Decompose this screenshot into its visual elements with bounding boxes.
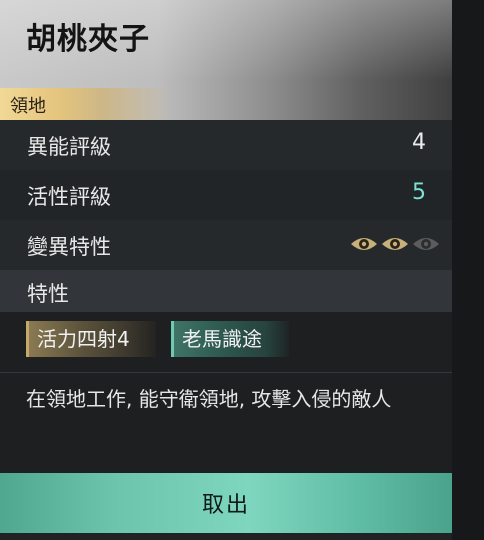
stat-row-activity-rating: 活性評級 5 — [0, 170, 452, 220]
territory-tag-label: 領地 — [10, 96, 46, 117]
item-detail-panel: 胡桃夾子 領地 異能評級 4 活性評級 5 變異特性 特性 活力四射4 老馬識途… — [0, 0, 452, 540]
eye-icon-inactive — [413, 238, 439, 250]
traits-list: 活力四射4 老馬識途 — [0, 312, 452, 372]
take-out-label: 取出 — [201, 493, 250, 518]
trait-chip-teal[interactable]: 老馬識途 — [171, 321, 289, 357]
stat-row-mutation-trait: 變異特性 — [0, 220, 452, 270]
stat-label: 異能評級 — [27, 135, 111, 159]
bottom-strip — [0, 533, 452, 540]
stat-label: 活性評級 — [27, 185, 111, 209]
territory-tag: 領地 — [0, 88, 170, 120]
eye-icon-active — [351, 238, 377, 250]
take-out-button[interactable]: 取出 — [0, 473, 452, 533]
background-edge — [452, 0, 484, 540]
traits-section-header: 特性 — [0, 270, 452, 312]
trait-chip-gold[interactable]: 活力四射4 — [26, 321, 156, 357]
eye-icon-active — [382, 238, 408, 250]
stat-value: 5 — [412, 180, 426, 205]
divider — [0, 372, 452, 373]
mutation-eyes — [350, 235, 440, 253]
item-header: 胡桃夾子 領地 — [0, 0, 452, 120]
stat-row-ability-rating: 異能評級 4 — [0, 120, 452, 170]
stats-list: 異能評級 4 活性評級 5 變異特性 — [0, 120, 452, 270]
traits-section-title: 特性 — [27, 282, 69, 306]
stat-label: 變異特性 — [27, 235, 111, 259]
stat-value: 4 — [412, 130, 426, 155]
item-description: 在領地工作, 能守衛領地, 攻擊入侵的敵人 — [26, 387, 392, 411]
item-title: 胡桃夾子 — [26, 22, 150, 57]
